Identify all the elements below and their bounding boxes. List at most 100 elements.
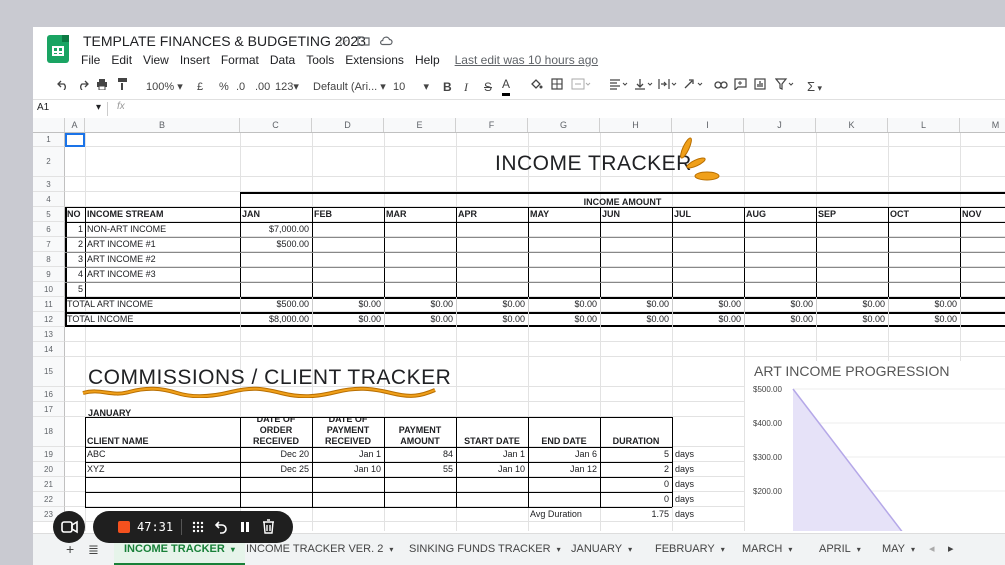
currency-format-button[interactable]: £ — [197, 75, 203, 99]
bold-button[interactable]: B — [443, 75, 452, 99]
row-header-7[interactable]: 7 — [33, 237, 65, 252]
sheet-tab-march[interactable]: MARCH ▾ — [732, 534, 802, 565]
total-art-income-value[interactable]: $0.00 — [528, 297, 597, 312]
row-header-19[interactable]: 19 — [33, 447, 65, 462]
chevron-down-icon[interactable]: ▾ — [628, 545, 632, 554]
pause-icon[interactable] — [239, 520, 251, 534]
font-size-select[interactable]: 10 ▾ — [393, 75, 429, 99]
col-header-m[interactable]: M — [960, 118, 1005, 132]
chevron-down-icon[interactable]: ▾ — [721, 545, 725, 554]
restart-icon[interactable] — [214, 520, 228, 534]
income-row-no[interactable]: 1 — [65, 222, 83, 237]
zoom-select[interactable]: 100% ▾ — [146, 75, 183, 99]
row-header-4[interactable]: 4 — [33, 192, 65, 207]
commission-client-cell[interactable]: ABC — [87, 447, 237, 462]
commission-client-cell[interactable]: XYZ — [87, 462, 237, 477]
camera-toggle-icon[interactable] — [53, 511, 85, 543]
commission-end-cell[interactable] — [530, 477, 597, 492]
total-art-income-value[interactable]: $0.00 — [672, 297, 741, 312]
delete-recording-icon[interactable] — [262, 519, 275, 534]
number-format-select[interactable]: 123▾ — [275, 75, 299, 99]
scroll-tabs-left-icon[interactable]: ◂ — [929, 534, 935, 565]
sheet-grid[interactable]: A B C D E F G H I J K L M 1 2 3 4 5 6 7 8 9 10 11 1… — [33, 118, 1005, 531]
last-edit-link[interactable]: Last edit was 10 hours ago — [455, 53, 598, 67]
col-header-j[interactable]: J — [744, 118, 816, 132]
sheet-tab-sinking-funds-tracker[interactable]: SINKING FUNDS TRACKER ▾ — [399, 534, 571, 565]
fill-color-icon[interactable] — [530, 75, 543, 99]
stop-recording-icon[interactable] — [118, 521, 130, 533]
row-header-18[interactable]: 18 — [33, 417, 65, 447]
rotate-icon[interactable] — [683, 75, 705, 99]
row-header-15[interactable]: 15 — [33, 357, 65, 387]
valign-icon[interactable] — [634, 75, 654, 99]
col-header-f[interactable]: F — [456, 118, 528, 132]
row-header-2[interactable]: 2 — [33, 147, 65, 177]
row-header-6[interactable]: 6 — [33, 222, 65, 237]
menu-format[interactable]: Format — [221, 53, 259, 67]
row-header-22[interactable]: 22 — [33, 492, 65, 507]
commission-order-cell[interactable] — [242, 492, 309, 507]
chevron-down-icon[interactable]: ▾ — [231, 545, 235, 554]
commission-end-cell[interactable]: Jan 6 — [530, 447, 597, 462]
row-header-16[interactable]: 16 — [33, 387, 65, 402]
menu-data[interactable]: Data — [270, 53, 295, 67]
income-stream-name[interactable]: NON-ART INCOME — [87, 222, 237, 237]
decrease-decimal-button[interactable]: .0 — [236, 75, 245, 99]
commission-duration-cell[interactable]: 2 — [602, 462, 669, 477]
comment-icon[interactable] — [734, 75, 747, 99]
move-folder-icon[interactable] — [357, 34, 370, 49]
commission-order-cell[interactable]: Dec 20 — [242, 447, 309, 462]
commission-amount-cell[interactable]: 55 — [386, 462, 453, 477]
row-header-5[interactable]: 5 — [33, 207, 65, 222]
menu-help[interactable]: Help — [415, 53, 440, 67]
increase-decimal-button[interactable]: .00 — [255, 75, 270, 99]
total-art-income-value[interactable]: $0.00 — [312, 297, 381, 312]
commission-duration-cell[interactable]: 0 — [602, 477, 669, 492]
col-header-k[interactable]: K — [816, 118, 888, 132]
total-art-income-value[interactable]: $0.00 — [816, 297, 885, 312]
col-header-i[interactable]: I — [672, 118, 744, 132]
col-header-c[interactable]: C — [240, 118, 312, 132]
strikethrough-button[interactable]: S — [484, 75, 492, 99]
merge-icon[interactable] — [571, 75, 591, 99]
redo-icon[interactable] — [77, 75, 89, 99]
row-header-3[interactable]: 3 — [33, 177, 65, 192]
col-header-d[interactable]: D — [312, 118, 384, 132]
row-header-14[interactable]: 14 — [33, 342, 65, 357]
row-header-20[interactable]: 20 — [33, 462, 65, 477]
income-jan-value[interactable]: $500.00 — [240, 237, 309, 252]
undo-icon[interactable] — [57, 75, 69, 99]
percent-format-button[interactable]: % — [219, 75, 229, 99]
name-box[interactable]: A1 ▾ — [37, 102, 101, 113]
total-art-income-value[interactable]: $0.00 — [888, 297, 957, 312]
commission-amount-cell[interactable]: 84 — [386, 447, 453, 462]
align-icon[interactable] — [609, 75, 629, 99]
drag-handle-icon[interactable] — [192, 521, 204, 533]
star-icon[interactable]: ☆ — [337, 34, 349, 50]
paint-format-icon[interactable] — [117, 75, 128, 99]
row-header-13[interactable]: 13 — [33, 327, 65, 342]
income-stream-name[interactable]: ART INCOME #2 — [87, 252, 237, 267]
income-stream-name[interactable]: ART INCOME #3 — [87, 267, 237, 282]
commission-end-cell[interactable] — [530, 492, 597, 507]
chevron-down-icon[interactable]: ▾ — [911, 545, 915, 554]
total-art-income-value[interactable]: $0.00 — [456, 297, 525, 312]
commission-start-cell[interactable]: Jan 1 — [458, 447, 525, 462]
total-art-income-value[interactable]: $500.00 — [240, 297, 309, 312]
row-header-11[interactable]: 11 — [33, 297, 65, 312]
commission-duration-cell[interactable]: 0 — [602, 492, 669, 507]
total-art-income-value[interactable]: $0.00 — [600, 297, 669, 312]
chart-icon[interactable] — [754, 75, 766, 99]
commission-payment-cell[interactable]: Jan 10 — [314, 462, 381, 477]
link-icon[interactable] — [714, 75, 728, 99]
scroll-tabs-right-icon[interactable]: ▸ — [948, 534, 954, 565]
income-stream-name[interactable] — [87, 282, 237, 297]
income-row-no[interactable]: 5 — [65, 282, 83, 297]
sheets-logo-icon[interactable] — [47, 35, 69, 63]
menu-view[interactable]: View — [143, 53, 169, 67]
col-header-l[interactable]: L — [888, 118, 960, 132]
commission-order-cell[interactable] — [242, 477, 309, 492]
income-jan-value[interactable] — [240, 282, 309, 297]
art-income-chart[interactable]: ART INCOME PROGRESSION $500.00 $400.00 $30… — [745, 361, 1005, 531]
commission-start-cell[interactable] — [458, 492, 525, 507]
